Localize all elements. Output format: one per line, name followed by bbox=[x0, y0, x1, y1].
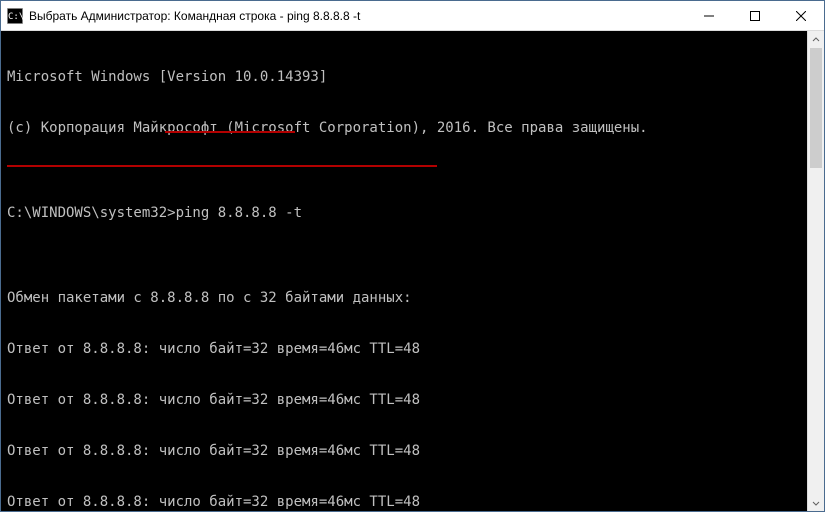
scroll-down-button[interactable] bbox=[808, 494, 824, 511]
scrollbar-thumb[interactable] bbox=[810, 48, 822, 168]
window-title: Выбрать Администратор: Командная строка … bbox=[29, 9, 360, 23]
annotation-underline bbox=[165, 131, 295, 133]
terminal-area[interactable]: Microsoft Windows [Version 10.0.14393] (… bbox=[1, 31, 824, 511]
terminal-line: Ответ от 8.8.8.8: число байт=32 время=46… bbox=[7, 392, 824, 409]
maximize-button[interactable] bbox=[732, 1, 778, 30]
annotation-underline bbox=[7, 165, 437, 167]
scrollbar-track[interactable] bbox=[808, 48, 824, 494]
terminal-line: Microsoft Windows [Version 10.0.14393] bbox=[7, 69, 824, 86]
terminal-line: Обмен пакетами с 8.8.8.8 по с 32 байтами… bbox=[7, 290, 824, 307]
maximize-icon bbox=[750, 11, 760, 21]
scroll-up-button[interactable] bbox=[808, 31, 824, 48]
chevron-down-icon bbox=[812, 499, 820, 507]
cmd-app-icon: C:\ bbox=[7, 8, 23, 24]
minimize-button[interactable] bbox=[686, 1, 732, 30]
close-icon bbox=[796, 11, 806, 21]
chevron-up-icon bbox=[812, 36, 820, 44]
titlebar[interactable]: C:\ Выбрать Администратор: Командная стр… bbox=[1, 1, 824, 31]
terminal-line: Ответ от 8.8.8.8: число байт=32 время=46… bbox=[7, 494, 824, 511]
terminal-prompt-line: C:\WINDOWS\system32>ping 8.8.8.8 -t bbox=[7, 205, 824, 222]
terminal-line: Ответ от 8.8.8.8: число байт=32 время=46… bbox=[7, 341, 824, 358]
app-window: C:\ Выбрать Администратор: Командная стр… bbox=[0, 0, 825, 512]
prompt-text: C:\WINDOWS\system32> bbox=[7, 205, 176, 221]
close-button[interactable] bbox=[778, 1, 824, 30]
minimize-icon bbox=[704, 11, 714, 21]
command-text: ping 8.8.8.8 -t bbox=[176, 205, 302, 221]
terminal-line: (c) Корпорация Майкрософт (Microsoft Cor… bbox=[7, 120, 824, 137]
terminal-line: Ответ от 8.8.8.8: число байт=32 время=46… bbox=[7, 443, 824, 460]
vertical-scrollbar[interactable] bbox=[807, 31, 824, 511]
